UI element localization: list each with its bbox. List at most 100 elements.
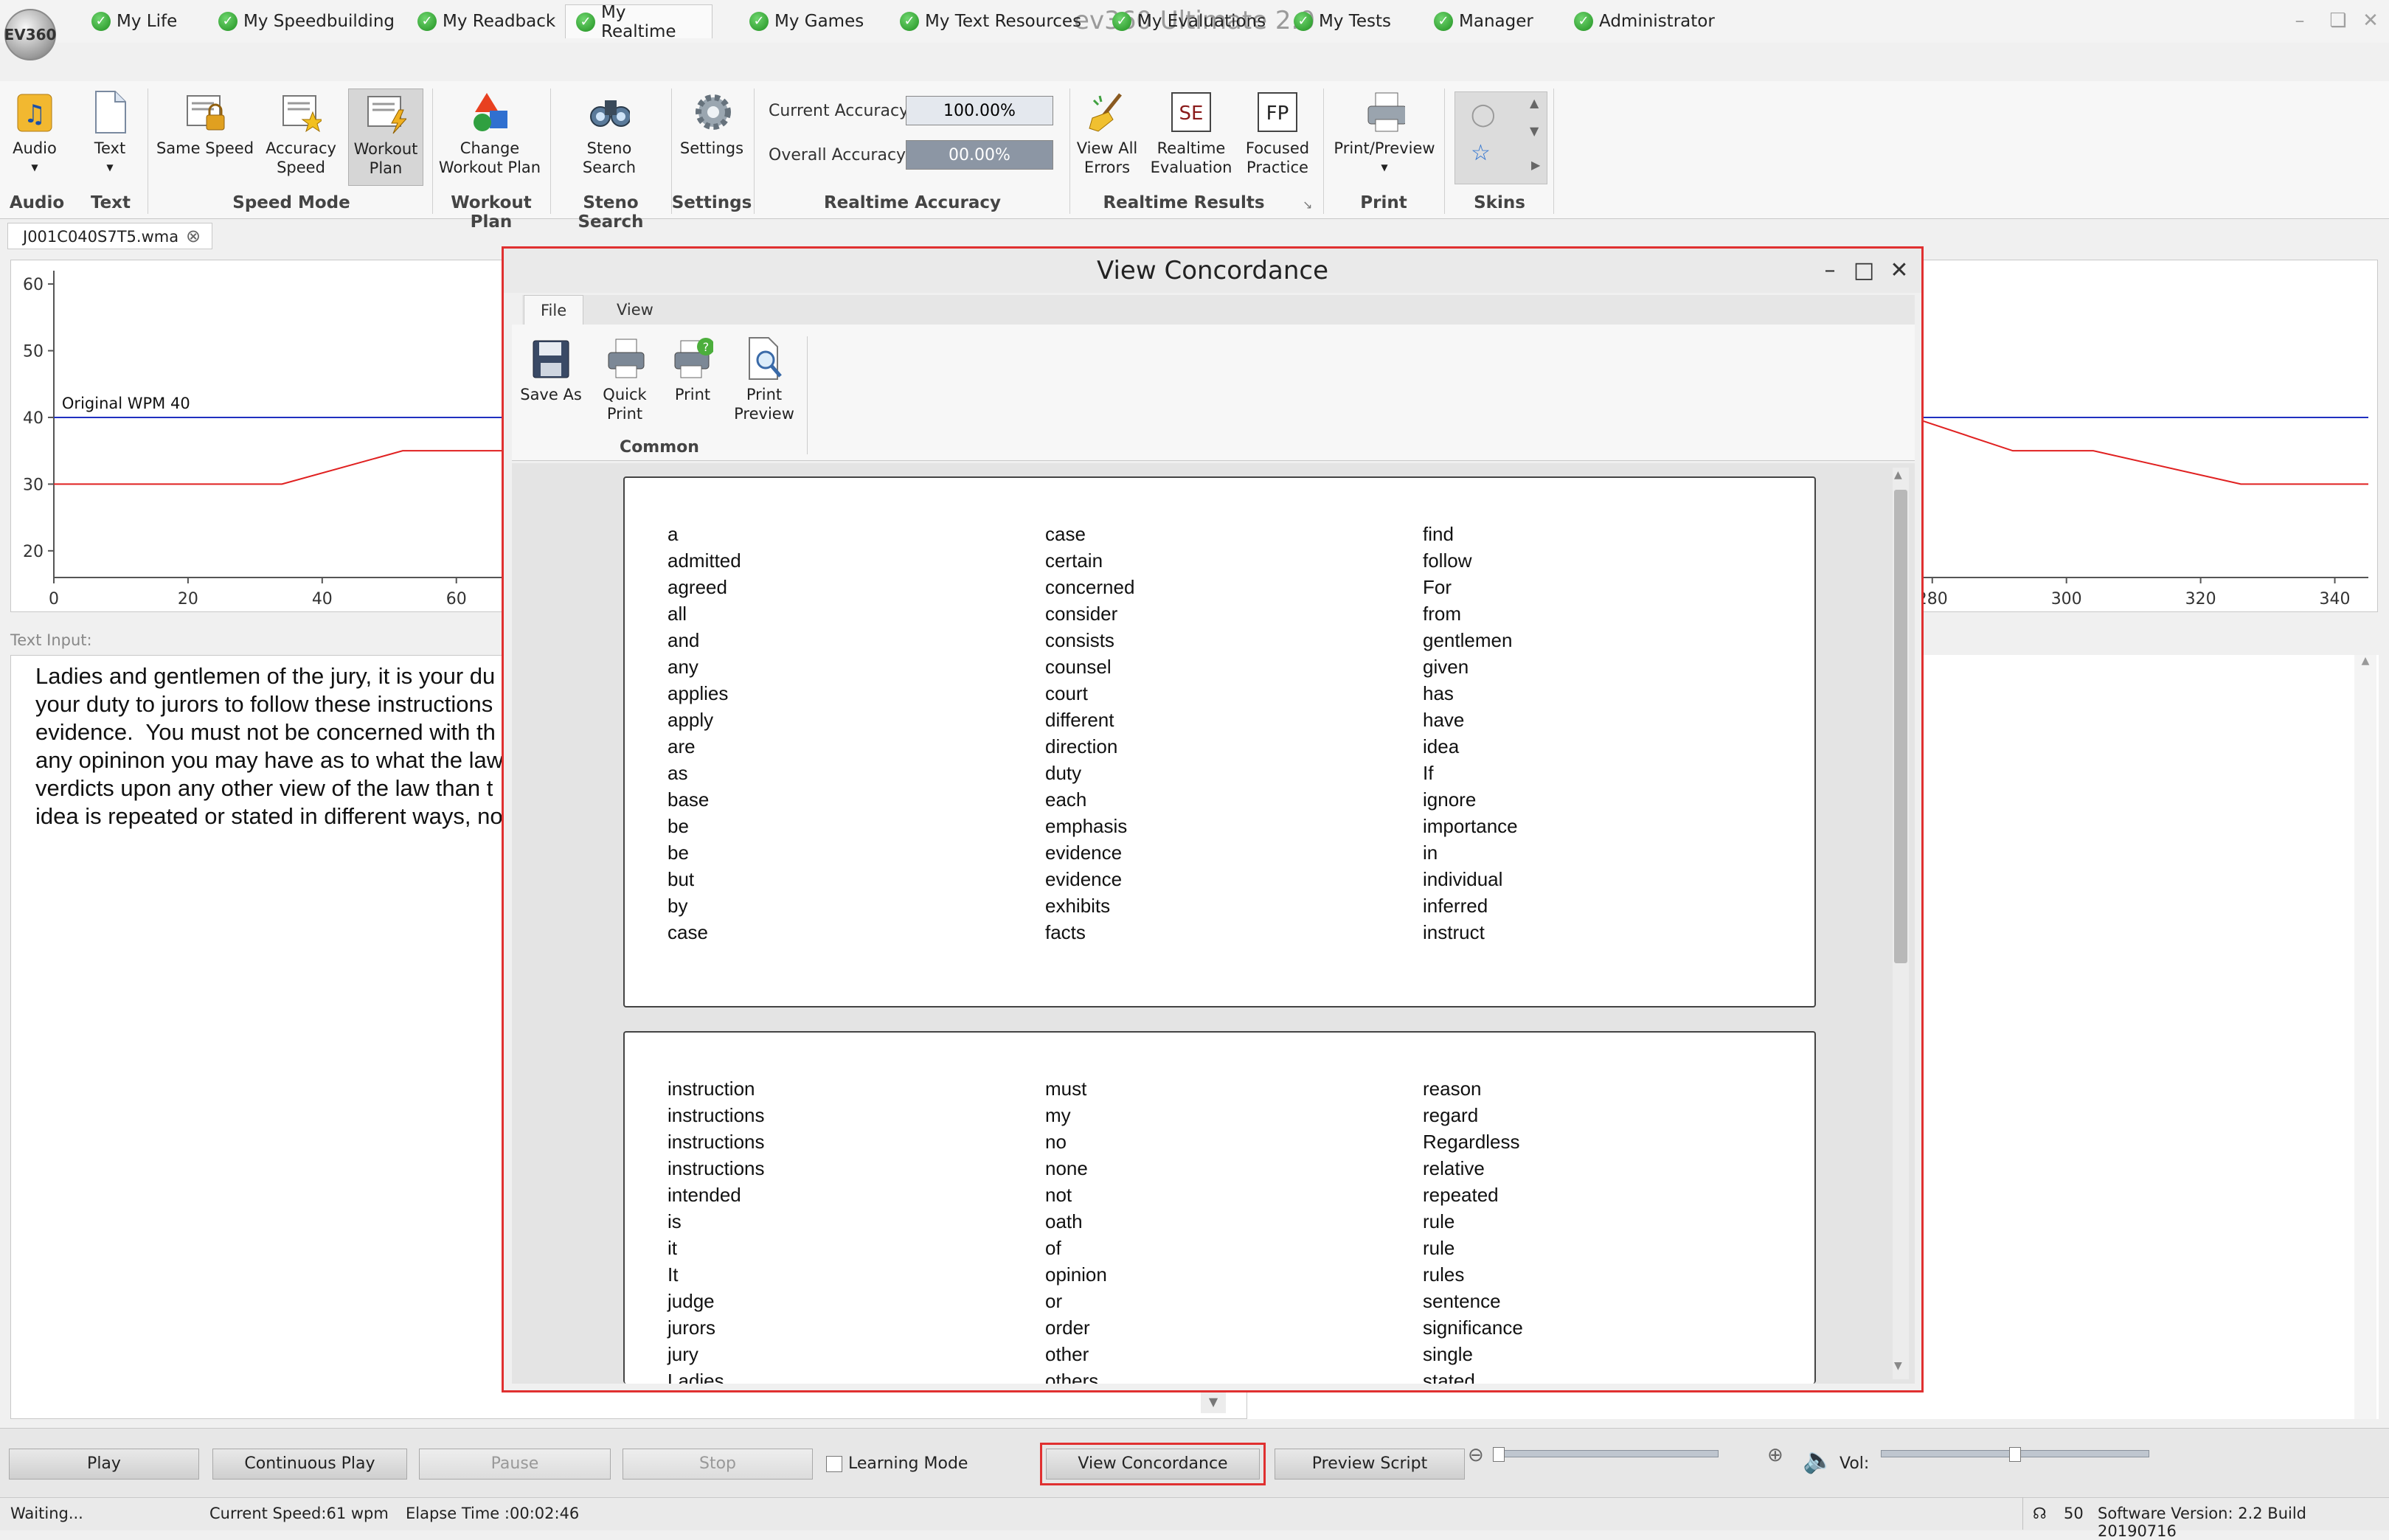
print-preview-dialog-button[interactable]: Print Preview — [727, 335, 801, 423]
preview-script-button[interactable]: Preview Script — [1275, 1449, 1465, 1480]
save-as-button[interactable]: Save As — [518, 335, 584, 404]
concordance-word: order — [1045, 1317, 1090, 1339]
concordance-word: concerned — [1045, 576, 1135, 598]
realtime-evaluation-button[interactable]: SE Realtime Evaluation — [1151, 89, 1232, 177]
app-logo[interactable]: EV360 — [4, 9, 56, 60]
tab-my-readback[interactable]: ✓ My Readback — [407, 4, 566, 38]
print-preview-button[interactable]: Print/Preview ▼ — [1329, 89, 1440, 177]
pause-button[interactable]: Pause — [419, 1449, 611, 1480]
tab-manager[interactable]: ✓ Manager — [1424, 4, 1544, 38]
concordance-word: significance — [1423, 1317, 1523, 1339]
document-tab[interactable]: J001C040S7T5.wma — [7, 223, 212, 249]
gallery-more-icon[interactable]: ▶ — [1531, 158, 1540, 172]
tab-label: My Evaluations — [1137, 12, 1266, 31]
skins-group-label: Skins — [1474, 193, 1525, 212]
concordance-word: a — [668, 523, 679, 545]
continuous-play-button[interactable]: Continuous Play — [212, 1449, 407, 1480]
x-tick-label: 0 — [49, 590, 59, 608]
word-column: must my no none not oath of opinion or order other… — [1045, 1075, 1107, 1384]
dialog-title: View Concordance — [504, 249, 1921, 293]
concordance-word: Ladies — [668, 1370, 724, 1384]
speed-slider[interactable] — [1494, 1450, 1719, 1457]
speed-minus-icon[interactable]: ⊖ — [1468, 1444, 1484, 1466]
tab-my-speedbuilding[interactable]: ✓ My Speedbuilding — [208, 4, 405, 38]
steno-search-button[interactable]: Steno Search — [572, 89, 646, 177]
settings-group-label: Settings — [671, 193, 752, 212]
overall-accuracy-label: Overall Accuracy — [769, 146, 906, 164]
text-scrollbar[interactable]: ▲ — [2354, 655, 2376, 1419]
tab-label: My Readback — [443, 12, 556, 31]
dialog-launcher-icon[interactable]: ↘ — [1303, 198, 1312, 212]
dialog-close-icon[interactable]: ✕ — [1887, 258, 1912, 283]
dialog-tab-file[interactable]: File — [524, 295, 584, 325]
gallery-up-icon[interactable]: ▲ — [1530, 96, 1539, 110]
tab-my-tests[interactable]: ✓ My Tests — [1283, 4, 1401, 38]
audio-button[interactable]: ♫ Audio ▼ — [9, 89, 60, 177]
concordance-word: from — [1423, 603, 1461, 625]
print-button[interactable]: ? Print — [659, 335, 726, 404]
text-button[interactable]: Text ▼ — [83, 89, 137, 177]
change-workout-plan-button[interactable]: Change Workout Plan — [438, 89, 541, 177]
status-text: Waiting... — [10, 1505, 83, 1522]
concordance-word: jury — [668, 1343, 698, 1365]
scroll-down-icon[interactable]: ▼ — [1894, 1360, 1902, 1372]
play-button[interactable]: Play — [9, 1449, 199, 1480]
x-tick-label: 300 — [2051, 590, 2082, 608]
stop-button[interactable]: Stop — [623, 1449, 813, 1480]
view-all-errors-button[interactable]: View All Errors — [1074, 89, 1140, 177]
settings-button[interactable]: Settings — [679, 89, 745, 158]
close-tab-icon[interactable]: ⊗ — [186, 223, 207, 249]
tab-my-realtime[interactable]: ✓ My Realtime — [565, 2, 712, 41]
svg-text:?: ? — [703, 340, 710, 354]
concordance-word: of — [1045, 1237, 1061, 1259]
scroll-up-icon[interactable]: ▲ — [2354, 655, 2376, 667]
workout-plan-button[interactable]: Workout Plan — [348, 89, 423, 186]
scroll-up-icon[interactable]: ▲ — [1894, 469, 1902, 481]
word-column: instruction instructions instructions instr… — [668, 1075, 765, 1384]
dialog-maximize-icon[interactable]: □ — [1851, 258, 1876, 283]
speaker-icon[interactable]: 🔈 — [1803, 1446, 1834, 1475]
tab-my-games[interactable]: ✓ My Games — [739, 4, 874, 38]
restore-icon[interactable]: ❏ — [2325, 7, 2351, 34]
tab-my-life[interactable]: ✓ My Life — [81, 4, 187, 38]
tab-label: My Tests — [1319, 12, 1392, 31]
document-icon — [89, 89, 131, 136]
learning-mode-checkbox[interactable] — [826, 1456, 842, 1472]
dialog-tab-view[interactable]: View — [600, 295, 670, 325]
word-column: find follow For from gentlemen given has have id… — [1423, 521, 1518, 946]
tab-my-text-resources[interactable]: ✓ My Text Resources — [890, 4, 1092, 38]
binoculars-icon — [589, 89, 630, 136]
tab-my-evaluations[interactable]: ✓ My Evaluations — [1102, 4, 1276, 38]
y-tick-label: 40 — [23, 409, 44, 428]
skin-star-icon[interactable]: ☆ — [1471, 140, 1491, 166]
focused-label: Focused — [1245, 139, 1310, 157]
quick-print-button[interactable]: Quick Print — [592, 335, 658, 423]
view-concordance-button[interactable]: View Concordance — [1046, 1449, 1260, 1480]
dialog-minimize-icon[interactable]: – — [1817, 258, 1842, 283]
splitter-arrow-icon[interactable]: ▼ — [1201, 1391, 1226, 1413]
concordance-word: evidence — [1045, 842, 1123, 864]
tab-label: My Realtime — [601, 2, 676, 41]
concordance-word: regard — [1423, 1104, 1479, 1126]
print-help-icon: ? — [672, 335, 713, 382]
tab-label: My Life — [117, 12, 178, 31]
gallery-down-icon[interactable]: ▼ — [1530, 124, 1539, 138]
concordance-word: none — [1045, 1157, 1088, 1179]
focused-practice-button[interactable]: FP Focused Practice — [1241, 89, 1314, 177]
viewer-scroll-thumb[interactable] — [1894, 490, 1907, 963]
same-speed-button[interactable]: Same Speed — [155, 89, 255, 158]
minimize-icon[interactable]: – — [2286, 7, 2313, 34]
volume-slider-thumb[interactable] — [2009, 1447, 2021, 1462]
concordance-word: single — [1423, 1343, 1473, 1365]
close-icon[interactable]: ✕ — [2357, 7, 2384, 34]
accuracy-speed-button[interactable]: Accuracy Speed — [264, 89, 338, 177]
concordance-word: It — [668, 1263, 679, 1286]
concordance-word: direction — [1045, 735, 1118, 757]
steno-search-group-label: Steno Search — [578, 193, 644, 232]
speed-slider-thumb[interactable] — [1493, 1447, 1505, 1462]
speed-plus-icon[interactable]: ⊕ — [1767, 1444, 1783, 1466]
skin-gray-icon[interactable]: ◯ — [1471, 102, 1496, 128]
search-label: Search — [582, 159, 637, 176]
fp-icon: FP — [1257, 89, 1298, 136]
tab-administrator[interactable]: ✓ Administrator — [1564, 4, 1725, 38]
